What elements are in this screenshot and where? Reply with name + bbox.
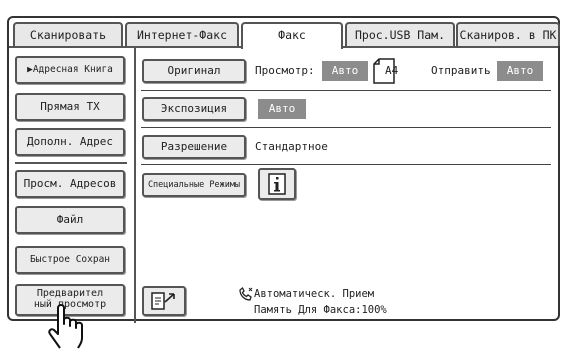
preview-label: Просмотр: bbox=[255, 64, 315, 77]
row-divider-3 bbox=[141, 164, 551, 165]
pointing-hand-icon bbox=[42, 300, 100, 350]
row-divider-1 bbox=[141, 90, 551, 91]
special-modes-button[interactable]: Специальные Режимы bbox=[142, 173, 246, 197]
direct-tx-button[interactable]: Прямая TX bbox=[15, 93, 125, 121]
info-icon bbox=[268, 173, 286, 195]
tab-usb-memory[interactable]: Прос.USB Пам. bbox=[345, 22, 455, 46]
preview-value-badge: Авто bbox=[322, 61, 368, 81]
receive-mode-status: Автоматическ. Прием bbox=[254, 288, 375, 300]
add-address-button[interactable]: Дополн. Адрес bbox=[15, 128, 125, 156]
view-addresses-button[interactable]: Просм. Адресов bbox=[15, 170, 125, 198]
phone-icon bbox=[238, 286, 254, 301]
tab-fax[interactable]: Факс bbox=[241, 22, 343, 49]
fax-memory-status: Память Для Факса:100% bbox=[254, 304, 387, 316]
resolution-button[interactable]: Разрешение bbox=[142, 135, 246, 159]
row-divider-2 bbox=[141, 127, 551, 128]
send-screen-button[interactable] bbox=[142, 286, 186, 316]
send-screen-icon bbox=[151, 292, 175, 310]
tab-internet-fax[interactable]: Интернет-Факс bbox=[125, 22, 239, 46]
send-value-badge: Авто bbox=[497, 61, 543, 81]
resolution-value: Стандартное bbox=[255, 140, 328, 153]
tab-scan-to-pc[interactable]: Сканиров. в ПК bbox=[456, 22, 560, 46]
preview-label-line1: Предварител bbox=[36, 288, 104, 299]
sidebar-separator bbox=[134, 48, 136, 323]
file-button[interactable]: Файл bbox=[15, 206, 125, 234]
send-label: Отправить bbox=[431, 64, 491, 77]
address-book-label: Адресная Книга bbox=[32, 64, 113, 75]
address-book-button[interactable]: ▶Адресная Книга bbox=[15, 56, 125, 84]
exposure-button[interactable]: Экспозиция bbox=[142, 97, 246, 121]
sidebar-divider bbox=[15, 162, 127, 164]
tab-scan[interactable]: Сканировать bbox=[13, 22, 123, 46]
fax-screen: Сканировать Интернет-Факс Факс Прос.USB … bbox=[7, 16, 560, 323]
paper-size-label: A4 bbox=[385, 64, 399, 77]
info-button[interactable] bbox=[258, 168, 296, 200]
exposure-value-badge: Авто bbox=[258, 99, 306, 119]
original-button[interactable]: Оригинал bbox=[142, 59, 246, 83]
quick-save-button[interactable]: Быстрое Сохран bbox=[15, 246, 125, 274]
